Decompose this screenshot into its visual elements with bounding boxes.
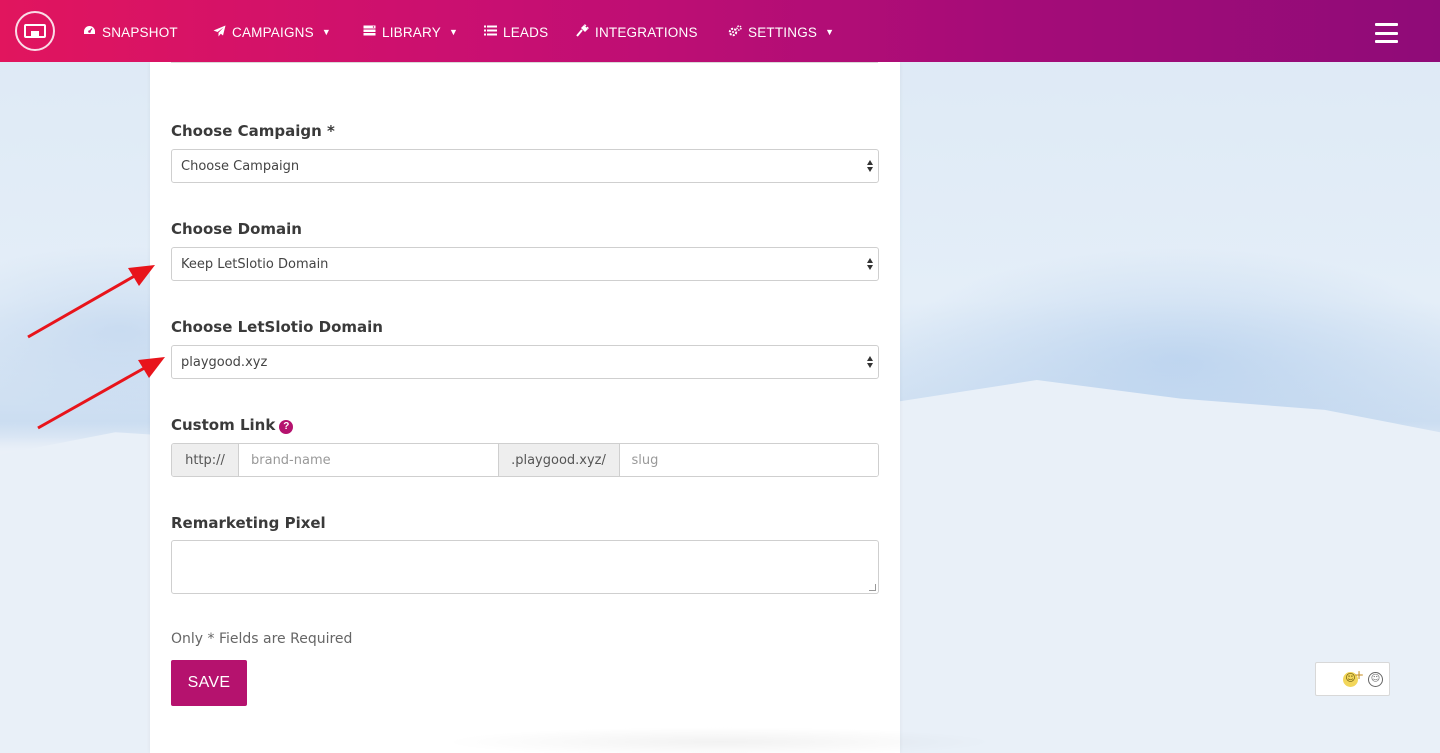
logo-icon[interactable]	[15, 11, 55, 51]
question-circle-icon[interactable]: ?	[279, 419, 294, 434]
custom-link-label-text: Custom Link	[171, 416, 276, 434]
select-arrows-icon	[866, 256, 874, 272]
hamburger-icon[interactable]	[1375, 23, 1398, 43]
select-value: Choose Campaign	[181, 158, 300, 174]
nav-item-leads[interactable]: LEADS	[483, 22, 548, 42]
caret-down-icon: ▼	[448, 27, 459, 37]
required-fields-note: Only * Fields are Required	[171, 631, 353, 647]
emoji-reaction-widget[interactable]: ☺ + ☺	[1315, 662, 1390, 696]
remarketing-pixel-label: Remarketing Pixel	[171, 514, 326, 532]
nav-item-snapshot[interactable]: SNAPSHOT	[82, 22, 178, 42]
choose-campaign-label: Choose Campaign *	[171, 122, 335, 140]
plus-icon: +	[1353, 668, 1364, 682]
select-arrows-icon	[866, 354, 874, 370]
nav-item-label: CAMPAIGNS	[232, 24, 314, 40]
nav-item-label: LIBRARY	[382, 24, 441, 40]
choose-campaign-select[interactable]: Choose Campaign	[171, 149, 879, 183]
nav-item-label: LEADS	[503, 24, 549, 40]
decorative-shadow	[440, 727, 1000, 753]
nav-item-label: SNAPSHOT	[102, 24, 178, 40]
nav-item-library[interactable]: LIBRARY ▼	[362, 22, 458, 42]
smiley-icon: ☺	[1368, 671, 1383, 687]
form-card: Choose Campaign * Choose Campaign Choose…	[150, 62, 1000, 753]
custom-link-label: Custom Link?	[171, 416, 294, 434]
list-icon	[483, 25, 497, 39]
top-navbar: SNAPSHOT CAMPAIGNS ▼ LIBRARY ▼ LEADS INT…	[0, 0, 1440, 62]
server-icon	[362, 25, 376, 39]
divider	[171, 62, 878, 63]
dashboard-icon	[82, 25, 96, 39]
brand-name-input[interactable]	[239, 444, 498, 476]
caret-down-icon: ▼	[825, 27, 835, 37]
paper-plane-icon	[212, 25, 226, 40]
nav-item-label: SETTINGS	[748, 24, 818, 40]
plug-icon	[575, 24, 589, 40]
remarketing-pixel-textarea[interactable]	[171, 540, 879, 594]
select-arrows-icon	[866, 158, 874, 174]
choose-domain-select[interactable]: Keep LetSlotio Domain	[171, 247, 879, 281]
select-value: Keep LetSlotio Domain	[181, 256, 329, 272]
nav-item-integrations[interactable]: INTEGRATIONS	[575, 22, 698, 42]
caret-down-icon: ▼	[321, 27, 331, 37]
choose-domain-label: Choose Domain	[171, 220, 302, 238]
domain-suffix-addon: .playgood.xyz/	[497, 444, 620, 476]
choose-letslotio-domain-label: Choose LetSlotio Domain	[171, 318, 383, 336]
nav-item-campaigns[interactable]: CAMPAIGNS ▼	[212, 22, 331, 42]
nav-item-settings[interactable]: SETTINGS ▼	[728, 22, 834, 42]
slug-input[interactable]	[619, 444, 878, 476]
select-value: playgood.xyz	[181, 354, 268, 370]
nav-item-label: INTEGRATIONS	[595, 24, 698, 40]
cogs-icon	[728, 24, 742, 40]
save-button[interactable]: SAVE	[171, 660, 247, 706]
choose-letslotio-domain-select[interactable]: playgood.xyz	[171, 345, 879, 379]
custom-link-input-group: http:// .playgood.xyz/	[171, 443, 879, 477]
protocol-addon: http://	[172, 444, 239, 476]
